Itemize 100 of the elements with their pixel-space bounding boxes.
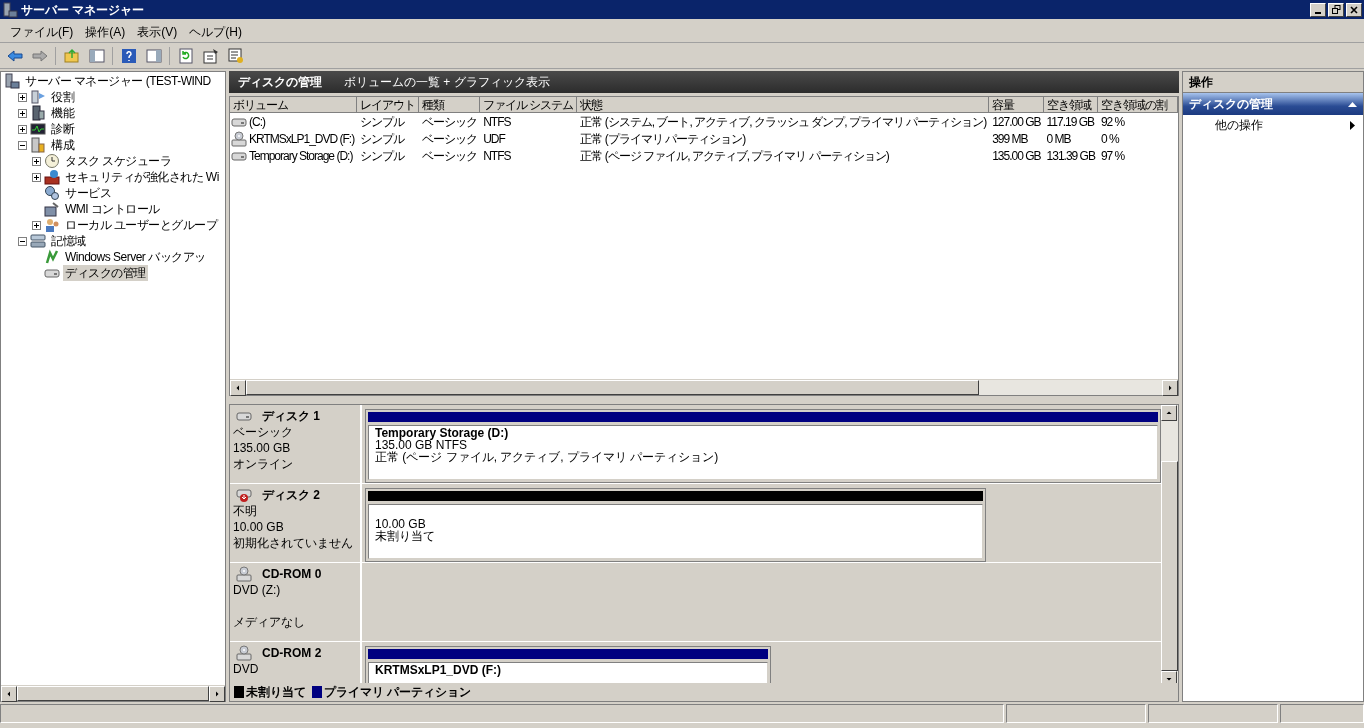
column-header[interactable]: 状態: [577, 97, 990, 113]
table-cell: ベーシック: [422, 113, 478, 130]
left-arrow-icon: [5, 690, 13, 698]
partition-detail: 正常 (ページ ファイル, アクティブ, プライマリ パーティション): [375, 451, 720, 463]
column-header[interactable]: 空き領域の割: [1097, 97, 1178, 113]
expand-button[interactable]: [32, 172, 41, 182]
pane-icon: [145, 47, 162, 64]
disk-size: 10.00 GB: [233, 519, 285, 535]
tree-item[interactable]: ディスクの管理: [63, 265, 148, 281]
table-cell: Temporary Storage (D:): [249, 147, 353, 164]
column-header[interactable]: ボリューム: [230, 97, 358, 113]
roles-icon: [30, 89, 46, 105]
table-cell: ベーシック: [422, 130, 478, 147]
tree-item[interactable]: Windows Server バックアッ: [63, 249, 208, 265]
tools-icon: [30, 137, 46, 153]
firewall-icon: [44, 169, 60, 185]
table-cell: 0 %: [1100, 130, 1119, 147]
table-cell: 0 MB: [1046, 130, 1071, 147]
column-header[interactable]: ファイル システム: [480, 97, 578, 113]
scroll-right-button[interactable]: [1162, 380, 1178, 396]
close-button[interactable]: [1346, 2, 1362, 17]
scrollbar[interactable]: [1, 685, 225, 701]
table-cell: UDF: [483, 130, 505, 147]
table-cell: 正常 (システム, ブート, アクティブ, クラッシュ ダンプ, プライマリ パーティション): [580, 113, 987, 130]
column-header[interactable]: 空き領域: [1043, 97, 1098, 113]
scroll-left-button[interactable]: [230, 380, 246, 396]
tree-item[interactable]: ローカル ユーザーとグループ: [63, 217, 220, 233]
partition[interactable]: Temporary Storage (D:) 135.00 GB NTFS 正常 (ページ ファイル, アクティブ, プライマリ パーティション): [365, 409, 1161, 483]
column-header[interactable]: レイアウト: [357, 97, 420, 113]
actions-section[interactable]: ディスクの管理: [1183, 93, 1363, 115]
disk-status: メディアなし: [233, 614, 306, 630]
tree-item[interactable]: サービス: [63, 185, 113, 201]
table-cell: NTFS: [483, 113, 511, 130]
table-cell: 135.00 GB: [992, 147, 1041, 164]
partition-title: Temporary Storage (D:): [375, 427, 510, 439]
disk-info-panel[interactable]: ディスク 1 ベーシック 135.00 GB オンライン: [230, 405, 362, 483]
collapse-button[interactable]: [18, 140, 27, 150]
action-item[interactable]: 他の操作: [1183, 115, 1363, 135]
minimize-button[interactable]: [1310, 2, 1326, 17]
scroll-up-button[interactable]: [1161, 405, 1177, 421]
partition-detail: 135.00 GB NTFS: [375, 439, 468, 451]
scrollbar[interactable]: [1161, 405, 1178, 683]
expand-button[interactable]: [18, 124, 27, 134]
plus-icon: [33, 157, 40, 165]
scroll-right-button[interactable]: [209, 686, 225, 702]
plus-icon: [19, 125, 26, 133]
tree-item[interactable]: 記憶域: [49, 233, 88, 249]
expand-button[interactable]: [18, 92, 27, 102]
cd-drive-icon: [236, 645, 252, 661]
pane-title: ディスクの管理: [238, 74, 322, 90]
disk-size: 135.00 GB: [233, 440, 292, 456]
column-header[interactable]: 容量: [989, 97, 1044, 113]
expand-button[interactable]: [32, 156, 41, 166]
table-cell: シンプル: [360, 147, 405, 164]
menu-item[interactable]: 表示(V): [131, 21, 184, 42]
tree-item[interactable]: 構成: [49, 137, 76, 153]
tree-item[interactable]: WMI コントロール: [63, 201, 162, 217]
collapse-button[interactable]: [18, 236, 27, 246]
disk-name: ディスク 1: [262, 408, 320, 424]
tree-item[interactable]: タスク スケジューラ: [63, 153, 174, 169]
plus-icon: [33, 173, 40, 181]
expand-button[interactable]: [18, 108, 27, 118]
scroll-down-button[interactable]: [1161, 671, 1177, 683]
disk-name: CD-ROM 0: [262, 566, 322, 582]
refresh-icon: [177, 47, 194, 64]
tree-item[interactable]: 診断: [49, 121, 76, 137]
disk-info-panel[interactable]: ディスク 2 不明 10.00 GB 初期化されていません: [230, 484, 362, 562]
tree-item[interactable]: 機能: [49, 105, 76, 121]
disk-info-panel[interactable]: CD-ROM 2 DVD: [230, 642, 362, 683]
restore-button[interactable]: [1328, 2, 1344, 17]
folder-up-icon: [63, 47, 80, 64]
tree-item[interactable]: セキュリティが強化された Wi: [63, 169, 221, 185]
table-cell: KRTMSxLP1_DVD (F:): [249, 130, 355, 147]
server-icon: [2, 1, 18, 18]
menu-item[interactable]: ヘルプ(H): [183, 21, 248, 42]
table-cell: 97 %: [1100, 147, 1125, 164]
column-header[interactable]: 種類: [419, 97, 481, 113]
window-title: サーバー マネージャー: [21, 1, 145, 18]
backup-icon: [44, 249, 60, 265]
scroll-left-button[interactable]: [1, 686, 17, 702]
table-cell: 399 MB: [992, 130, 1028, 147]
tree-item[interactable]: 役割: [49, 89, 76, 105]
partition[interactable]: KRTMSxLP1_DVD (F:): [365, 646, 771, 683]
table-cell: 127.00 GB: [992, 113, 1041, 130]
actions-header: 操作: [1183, 72, 1363, 93]
scrollbar[interactable]: [230, 379, 1178, 395]
down-arrow-icon: [1165, 675, 1173, 683]
partition-detail: 未割り当て: [375, 530, 436, 542]
right-arrow-icon: [1166, 384, 1174, 392]
table-cell: 92 %: [1100, 113, 1125, 130]
partition-detail: 10.00 GB: [375, 518, 427, 530]
disk-status: オンライン: [233, 456, 294, 472]
menu-item[interactable]: ファイル(F): [4, 21, 80, 42]
disk-info-panel[interactable]: CD-ROM 0 DVD (Z:) メディアなし: [230, 563, 362, 641]
partition[interactable]: 10.00 GB 未割り当て: [365, 488, 986, 562]
tree-item[interactable]: サーバー マネージャー (TEST-WIND: [23, 73, 213, 89]
menu-item[interactable]: 操作(A): [79, 21, 132, 42]
server-icon: [4, 73, 20, 89]
expand-button[interactable]: [32, 220, 41, 230]
legend-label: プライマリ パーティション: [324, 684, 472, 700]
